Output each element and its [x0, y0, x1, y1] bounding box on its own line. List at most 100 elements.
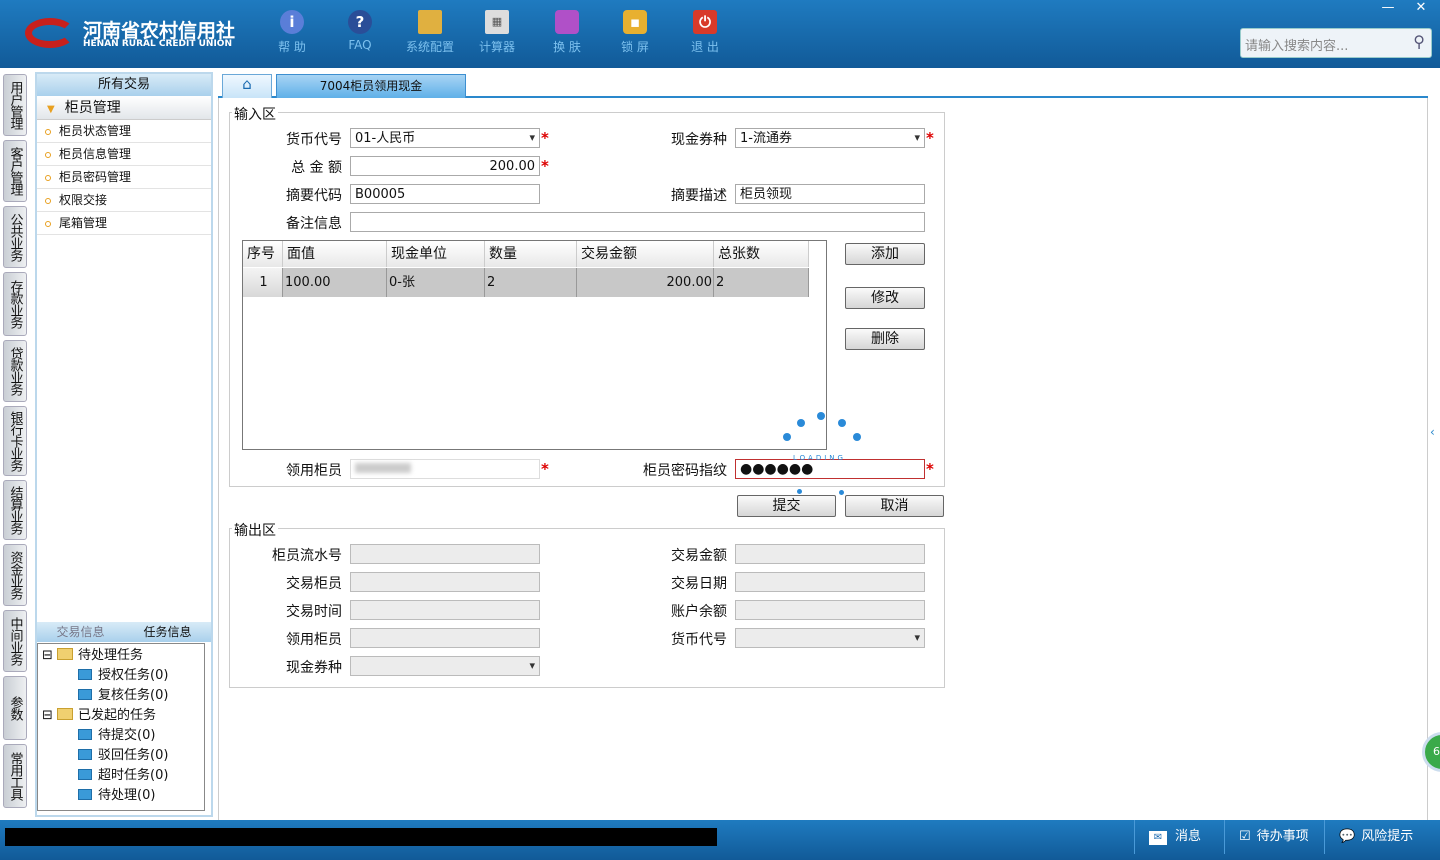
delete-button[interactable]: 删除 [845, 328, 925, 350]
lock-button[interactable]: ▪ 锁 屏 [605, 8, 665, 60]
loading-text: LOADING [793, 454, 846, 462]
label: 帮 助 [278, 40, 306, 54]
label: 现金券种 [286, 660, 342, 676]
menu-item[interactable]: 柜员状态管理 [37, 120, 211, 143]
status-bar: ✉ 消息 ☑ 待办事项 💬 风险提示 [0, 820, 1440, 860]
tab-home[interactable]: ⌂ [222, 74, 272, 98]
col-header: 交易金额 [577, 241, 714, 267]
label: 领用柜员 [286, 463, 342, 479]
label: 换 肤 [553, 40, 581, 54]
table-row[interactable]: 1 100.00 0-张 2 200.00 2 [243, 268, 809, 297]
tab-transaction-info[interactable]: 交易信息 [37, 622, 124, 642]
alert-bubble-icon: 💬 [1339, 829, 1356, 844]
edit-button[interactable]: 修改 [845, 287, 925, 309]
vtab-intermediate[interactable]: 中间业务 [3, 610, 27, 672]
currency-select[interactable]: 01-人民币 [350, 128, 540, 148]
summary-desc-input[interactable]: 柜员领现 [735, 184, 925, 204]
tree-node[interactable]: 复核任务(0) [78, 686, 168, 706]
vtab-params[interactable]: 参数 [3, 676, 27, 740]
tree-node[interactable]: 驳回任务(0) [78, 746, 168, 766]
cash-type-select[interactable]: 1-流通券 [735, 128, 925, 148]
label: 退 出 [691, 40, 719, 54]
vtab-card[interactable]: 银行卡业务 [3, 406, 27, 476]
teller-input[interactable] [350, 459, 540, 479]
cancel-button[interactable]: 取消 [845, 495, 944, 517]
menu-item[interactable]: 权限交接 [37, 189, 211, 212]
tree-node[interactable]: ⊟ 已发起的任务 [42, 706, 156, 726]
faq-button[interactable]: ? FAQ [330, 8, 390, 60]
add-button[interactable]: 添加 [845, 243, 925, 265]
tree-node[interactable]: ⊟ 待处理任务 [42, 646, 143, 666]
calculator-icon: ▦ [485, 10, 509, 34]
receive-teller-output [350, 628, 540, 648]
summary-code-input[interactable]: B00005 [350, 184, 540, 204]
label: 柜员状态管理 [59, 124, 132, 138]
home-icon: ⌂ [242, 75, 252, 93]
value: 1-流通券 [740, 131, 792, 146]
help-icon: ? [348, 10, 372, 34]
cell: 2 [485, 268, 577, 297]
tab-active[interactable]: 7004柜员领用现金 [276, 74, 466, 98]
menu-item[interactable]: 柜员密码管理 [37, 166, 211, 189]
tree-node[interactable]: 超时任务(0) [78, 766, 168, 786]
input-legend: 输入区 [232, 104, 278, 124]
search-icon[interactable]: ⚲ [1413, 32, 1425, 51]
close-button[interactable]: ✕ [1405, 0, 1437, 18]
vtab-public[interactable]: 公共业务 [3, 206, 27, 268]
password-input[interactable]: ●●●●●● [735, 459, 925, 479]
search-input[interactable]: 请输入搜索内容... ⚲ [1240, 28, 1432, 58]
todo-button[interactable]: ☑ 待办事项 [1224, 820, 1324, 854]
menu-item[interactable]: 尾箱管理 [37, 212, 211, 235]
vtab-user[interactable]: 用户管理 [3, 74, 27, 136]
vtab-customer[interactable]: 客户管理 [3, 140, 27, 202]
label: 交易时间 [286, 604, 342, 620]
tree-node[interactable]: 待处理(0) [78, 786, 155, 806]
settings-button[interactable]: 系统配置 [400, 8, 460, 60]
skin-button[interactable]: 换 肤 [537, 8, 597, 60]
power-icon: ⏻ [693, 10, 717, 34]
balance-output [735, 600, 925, 620]
col-header: 总张数 [714, 241, 809, 267]
cell: 0-张 [387, 268, 485, 297]
group-label: 柜员管理 [64, 100, 121, 116]
total-amount-input[interactable]: 200.00 [350, 156, 540, 176]
label: 风险提示 [1361, 829, 1414, 844]
toolbox-icon [418, 10, 442, 34]
shirt-icon [555, 10, 579, 34]
label: 交易日期 [671, 576, 727, 592]
submit-button[interactable]: 提交 [737, 495, 836, 517]
status-message [5, 828, 717, 846]
menu-item[interactable]: 柜员信息管理 [37, 143, 211, 166]
cell: 2 [714, 268, 809, 297]
label: FAQ [348, 38, 372, 52]
tree-node[interactable]: 授权任务(0) [78, 666, 168, 686]
collapse-handle[interactable]: ‹ [1430, 425, 1435, 439]
risk-button[interactable]: 💬 风险提示 [1324, 820, 1440, 854]
cell: 200.00 [577, 268, 714, 297]
messages-button[interactable]: ✉ 消息 [1134, 820, 1224, 854]
mail-icon: ✉ [1149, 831, 1167, 845]
label: 账户余额 [671, 604, 727, 620]
label: 待处理任务 [78, 648, 144, 663]
remark-input[interactable] [350, 212, 925, 232]
tree-node[interactable]: 待提交(0) [78, 726, 155, 746]
minimize-button[interactable]: — [1372, 0, 1404, 18]
label: 柜员信息管理 [59, 147, 132, 161]
output-legend: 输出区 [232, 520, 278, 540]
caret-down-icon: ▼ [47, 104, 55, 115]
label: 待办事项 [1256, 829, 1309, 844]
vtab-deposit[interactable]: 存款业务 [3, 272, 27, 336]
label: 授权任务(0) [98, 668, 169, 683]
vtab-settlement[interactable]: 结算业务 [3, 480, 27, 540]
vtab-tools[interactable]: 常用工具 [3, 744, 27, 808]
tab-task-info[interactable]: 任务信息 [124, 622, 211, 642]
label: 摘要代码 [286, 188, 342, 204]
exit-button[interactable]: ⏻ 退 出 [675, 8, 735, 60]
vtab-fund[interactable]: 资金业务 [3, 544, 27, 606]
group-teller-management[interactable]: ▼ 柜员管理 [37, 96, 211, 120]
label: 超时任务(0) [98, 768, 169, 783]
table-header: 序号 面值 现金单位 数量 交易金额 总张数 [243, 241, 809, 267]
calculator-button[interactable]: ▦ 计算器 [467, 8, 527, 60]
vtab-loan[interactable]: 贷款业务 [3, 340, 27, 402]
help-button[interactable]: i 帮 助 [262, 8, 322, 60]
